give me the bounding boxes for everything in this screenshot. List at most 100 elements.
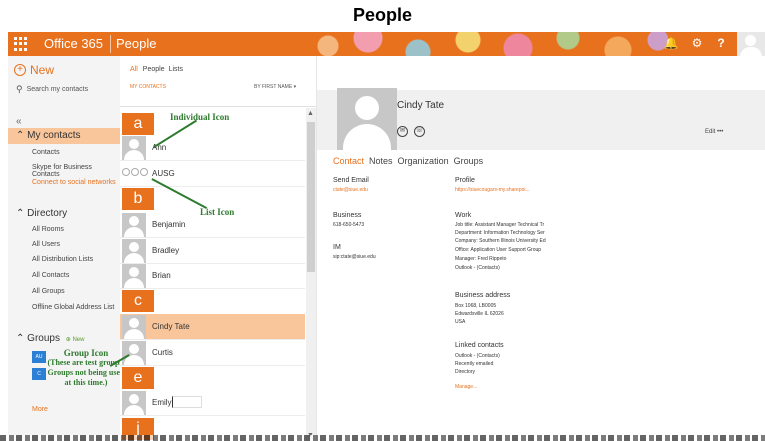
nav-item-contacts[interactable]: Contacts — [32, 149, 60, 156]
work-department: Department: Information Technology Ser — [455, 230, 545, 236]
new-badge: ⊕ New — [65, 337, 85, 343]
nav-item-all-users[interactable]: All Users — [32, 241, 60, 248]
work-office: Office: Application User Support Group — [455, 247, 542, 253]
nav-item-all-distribution-lists[interactable]: All Distribution Lists — [32, 256, 93, 263]
contact-name: Curtis — [152, 348, 173, 357]
letter-header-a[interactable]: a — [122, 113, 154, 135]
contact-detail-pane: Cindy Tate ✉ ☏ Edit ••• Contact Notes Orga… — [316, 56, 765, 441]
nav-item-all-contacts[interactable]: All Contacts — [32, 272, 69, 279]
email-link[interactable]: ctate@siue.edu — [333, 187, 368, 193]
directory-title: Directory — [27, 208, 68, 219]
torn-edge — [0, 435, 765, 441]
nav-item-all-rooms[interactable]: All Rooms — [32, 226, 64, 233]
page-heading: People — [352, 5, 413, 25]
list-filters: All People Lists — [130, 66, 187, 73]
brand-label[interactable]: Office 365 — [44, 36, 103, 51]
left-navigation: + New ⚲ Search my contacts « ⌃ My contac… — [8, 56, 125, 441]
address-line: Box 1068, LB0005 — [455, 303, 497, 309]
nav-item-social-networks[interactable]: Connect to social networks — [32, 179, 116, 186]
person-icon — [122, 341, 146, 365]
list-item[interactable]: AUSG — [120, 161, 305, 187]
business-phone-label: Business — [333, 212, 362, 219]
theme-decoration — [308, 32, 668, 56]
list-item[interactable]: Curtis — [120, 340, 305, 366]
contact-name: Benjamin — [152, 220, 186, 229]
gear-icon[interactable]: ⚙ — [688, 36, 706, 50]
groups-title: Groups — [27, 333, 60, 344]
person-icon — [122, 239, 146, 263]
tab-groups[interactable]: Groups — [454, 156, 484, 166]
letter-header-c[interactable]: c — [122, 290, 154, 312]
tab-organization[interactable]: Organization — [398, 156, 449, 166]
tab-contact[interactable]: Contact — [333, 156, 364, 166]
filter-all[interactable]: All — [130, 66, 138, 73]
letter-header-b[interactable]: b — [122, 188, 154, 210]
im-label: IM — [333, 244, 341, 251]
address-line: Edwardsville IL 62026 — [455, 311, 504, 317]
group-tile[interactable]: AU — [32, 351, 46, 363]
waffle-icon[interactable] — [14, 37, 28, 51]
list-item-selected[interactable]: Cindy Tate — [120, 314, 305, 340]
plus-icon: + — [14, 64, 26, 76]
list-item[interactable]: Ann — [120, 135, 305, 161]
address-line: USA — [455, 319, 466, 325]
help-icon[interactable]: ? — [712, 36, 730, 50]
profile-label: Profile — [455, 177, 475, 184]
chevron-up-icon: ⌃ — [16, 130, 25, 141]
letter-header-e[interactable]: e — [122, 367, 154, 389]
chat-icon[interactable]: ☏ — [414, 126, 425, 137]
folder-label: MY CONTACTS — [130, 84, 166, 90]
my-contacts-header[interactable]: ⌃ My contacts — [8, 128, 120, 144]
contact-name: Brian — [152, 271, 171, 280]
text-cursor — [172, 396, 202, 408]
my-contacts-title: My contacts — [27, 130, 81, 141]
groups-header[interactable]: ⌃ Groups ⊕ New — [16, 333, 84, 344]
list-item[interactable]: Emily — [120, 390, 305, 416]
tab-notes[interactable]: Notes — [369, 156, 393, 166]
person-icon — [122, 136, 146, 160]
business-phone-value[interactable]: 618-650-5473 — [333, 222, 364, 229]
contact-display-name: Cindy Tate — [397, 100, 445, 111]
more-options-icon[interactable]: ••• — [717, 129, 723, 135]
work-label: Work — [455, 212, 472, 219]
scrollbar-thumb[interactable] — [307, 122, 315, 272]
send-email-label[interactable]: Send Email — [333, 177, 369, 184]
collapse-nav-button[interactable]: « — [16, 116, 22, 127]
nav-item-offline-address-list[interactable]: Offline Global Address List — [32, 304, 114, 311]
manage-link[interactable]: Manage... — [455, 384, 477, 390]
divider — [120, 106, 316, 107]
new-button[interactable]: + New — [14, 63, 54, 77]
scroll-up-icon[interactable]: ▲ — [307, 110, 314, 117]
detail-tabs: Contact Notes Organization Groups — [333, 156, 488, 166]
divider — [110, 35, 111, 53]
chevron-down-icon: ▾ — [293, 84, 297, 90]
more-link[interactable]: More — [32, 406, 48, 413]
business-address-label: Business address — [455, 292, 511, 299]
contact-photo — [337, 88, 397, 150]
search-input[interactable]: ⚲ Search my contacts — [16, 84, 88, 95]
linked-contact: Directory — [455, 369, 476, 375]
work-source: Outlook - (Contacts) — [455, 265, 500, 271]
filter-people[interactable]: People — [143, 66, 165, 73]
linked-contact: Outlook - (Contacts) — [455, 353, 500, 359]
filter-lists[interactable]: Lists — [169, 66, 183, 73]
sort-dropdown[interactable]: BY FIRST NAME ▾ — [254, 84, 296, 90]
nav-item-all-groups[interactable]: All Groups — [32, 288, 65, 295]
notification-icon[interactable]: 🔔 — [662, 36, 680, 50]
nav-item-skype-contacts[interactable]: Skype for Business Contacts — [32, 164, 120, 178]
scrollbar[interactable]: ▲ ▼ — [306, 108, 316, 441]
work-company: Company: Southern Illinois University Ed — [455, 238, 546, 244]
email-icon[interactable]: ✉ — [397, 126, 408, 137]
user-avatar[interactable] — [737, 32, 765, 56]
profile-link[interactable]: https://siuecougars-my.sharepoi... — [455, 187, 530, 193]
suite-bar: Office 365 People 🔔 ⚙ ? — [8, 32, 765, 56]
im-address[interactable]: sip:ctate@siue.edu — [333, 254, 376, 261]
group-tile[interactable]: C — [32, 368, 46, 380]
list-item[interactable]: Brian — [120, 263, 305, 289]
list-item[interactable]: Bradley — [120, 238, 305, 264]
linked-contacts-label: Linked contacts — [455, 342, 504, 349]
edit-button[interactable]: Edit ••• — [705, 129, 723, 135]
app-title: People — [116, 36, 157, 51]
directory-header[interactable]: ⌃ Directory — [8, 206, 120, 222]
person-icon — [122, 315, 146, 339]
